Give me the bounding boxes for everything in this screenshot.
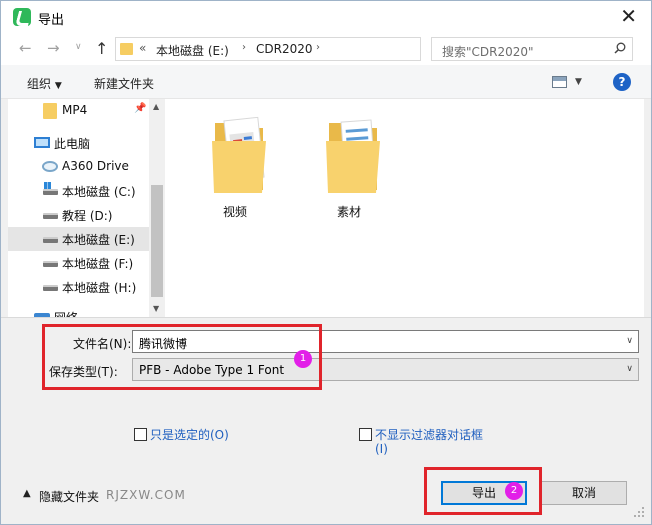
nav-item-label: MP4 xyxy=(62,103,88,117)
nav-item-label: 网络 xyxy=(54,309,78,317)
selected-only-label[interactable]: 只是选定的(O) xyxy=(150,426,229,443)
highlight-box-2 xyxy=(424,467,542,515)
chevron-down-icon[interactable]: ∨ xyxy=(626,364,633,374)
breadcrumb-drive-e[interactable]: 本地磁盘 (E:) xyxy=(156,42,229,59)
folder-icon xyxy=(43,103,57,119)
drive-icon xyxy=(43,261,58,267)
folder-icon xyxy=(120,43,133,55)
nav-item-label: 本地磁盘 (C:) xyxy=(62,185,136,199)
file-item-assets-folder[interactable]: 素材 xyxy=(309,115,389,225)
new-folder-button[interactable]: 新建文件夹 xyxy=(94,75,154,92)
search-icon[interactable] xyxy=(614,42,626,54)
back-arrow-icon[interactable]: ← xyxy=(19,39,32,57)
cancel-button[interactable]: 取消 xyxy=(541,481,627,505)
nav-item-label: 本地磁盘 (F:) xyxy=(62,257,134,271)
window-title: 导出 xyxy=(38,13,65,28)
nav-item-network[interactable]: 网络 xyxy=(8,305,149,317)
nav-item-a360-drive[interactable]: A360 Drive xyxy=(8,155,149,179)
windows-drive-icon xyxy=(43,182,58,195)
folder-with-documents-icon xyxy=(326,119,380,193)
pc-icon xyxy=(34,137,50,148)
navigation-pane: MP4 📌 此电脑 A360 Drive 本地磁盘 (C:) 教程 (D:) 本… xyxy=(8,99,149,317)
view-dropdown-icon[interactable]: ▼ xyxy=(575,77,582,87)
coreldraw-app-icon xyxy=(13,8,31,26)
breadcrumb-chevron-icon[interactable]: › xyxy=(242,42,246,53)
scroll-up-arrow-icon[interactable]: ▲ xyxy=(153,102,159,111)
nav-item-drive-h[interactable]: 本地磁盘 (H:) xyxy=(8,275,149,299)
nav-item-label: 教程 (D:) xyxy=(62,209,113,223)
chevron-down-icon[interactable]: ∨ xyxy=(626,336,633,346)
highlight-box-1 xyxy=(42,324,322,390)
forward-arrow-icon[interactable]: → xyxy=(47,39,60,57)
scroll-down-arrow-icon[interactable]: ▼ xyxy=(153,304,159,313)
nav-item-drive-f[interactable]: 本地磁盘 (F:) xyxy=(8,251,149,275)
recent-locations-chevron-icon[interactable]: ∨ xyxy=(75,42,82,52)
address-row: ← → ∨ ↑ « 本地磁盘 (E:) › CDR2020 › ∨ ↻ 搜索"C… xyxy=(1,33,651,65)
cloud-drive-icon xyxy=(42,161,58,172)
organize-menu[interactable]: 组织 ▼ xyxy=(27,75,62,92)
drive-icon xyxy=(43,237,58,243)
nav-item-label: 此电脑 xyxy=(54,137,91,151)
close-button[interactable]: ✕ xyxy=(620,5,637,27)
hide-folders-toggle[interactable]: 隐藏文件夹 xyxy=(39,488,99,505)
file-name: 视频 xyxy=(222,205,247,219)
nav-item-drive-e[interactable]: 本地磁盘 (E:) xyxy=(8,227,149,251)
breadcrumb-overflow[interactable]: « xyxy=(139,41,146,55)
address-bar[interactable]: « 本地磁盘 (E:) › CDR2020 › ∨ ↻ xyxy=(115,37,520,61)
drive-icon xyxy=(43,213,58,219)
nav-item-drive-d[interactable]: 教程 (D:) xyxy=(8,203,149,227)
nav-item-this-pc[interactable]: 此电脑 xyxy=(8,131,149,155)
help-icon[interactable]: ? xyxy=(613,73,631,91)
no-filter-dialog-label[interactable]: 不显示过滤器对话框 xyxy=(375,426,483,443)
export-dialog: 导出 ✕ ← → ∨ ↑ « 本地磁盘 (E:) › CDR2020 › ∨ ↻… xyxy=(0,0,652,525)
step-badge-1: 1 xyxy=(294,350,312,368)
nav-item-label: A360 Drive xyxy=(62,159,129,173)
nav-pane-scrollbar[interactable]: ▲ ▼ xyxy=(149,99,165,317)
breadcrumb-cdr2020[interactable]: CDR2020 xyxy=(256,42,313,56)
search-placeholder: 搜索"CDR2020" xyxy=(442,45,534,59)
breadcrumb-chevron-icon[interactable]: › xyxy=(316,42,320,53)
command-bar: 组织 ▼ 新建文件夹 ▼ ? xyxy=(1,65,651,99)
file-list: 视频 素材 xyxy=(165,99,644,317)
chevron-up-icon[interactable]: ▲ xyxy=(23,488,31,499)
title-bar: 导出 ✕ xyxy=(1,1,651,33)
nav-item-drive-c[interactable]: 本地磁盘 (C:) xyxy=(8,179,149,203)
view-options-icon[interactable] xyxy=(552,76,567,88)
pane-divider xyxy=(1,317,651,318)
scrollbar-thumb[interactable] xyxy=(151,185,163,297)
step-badge-2: 2 xyxy=(505,482,523,500)
nav-item-label: 本地磁盘 (E:) xyxy=(62,233,135,247)
file-name: 素材 xyxy=(336,205,361,219)
selected-only-checkbox[interactable] xyxy=(134,428,147,441)
no-filter-dialog-label-hotkey[interactable]: (I) xyxy=(375,442,388,456)
up-arrow-icon[interactable]: ↑ xyxy=(95,39,108,58)
drive-icon xyxy=(43,285,58,291)
search-input[interactable]: 搜索"CDR2020" xyxy=(431,37,633,61)
folder-with-images-icon xyxy=(212,116,266,193)
nav-item-label: 本地磁盘 (H:) xyxy=(62,281,137,295)
no-filter-dialog-checkbox[interactable] xyxy=(359,428,372,441)
organize-label: 组织 xyxy=(27,77,52,91)
dropdown-triangle-icon: ▼ xyxy=(54,81,62,91)
pin-icon: 📌 xyxy=(134,103,147,114)
file-item-video-folder[interactable]: 视频 xyxy=(195,115,275,225)
nav-item-mp4[interactable]: MP4 📌 xyxy=(8,99,149,123)
watermark-text: RJZXW.COM xyxy=(106,488,186,502)
resize-grip-icon[interactable] xyxy=(633,506,645,518)
